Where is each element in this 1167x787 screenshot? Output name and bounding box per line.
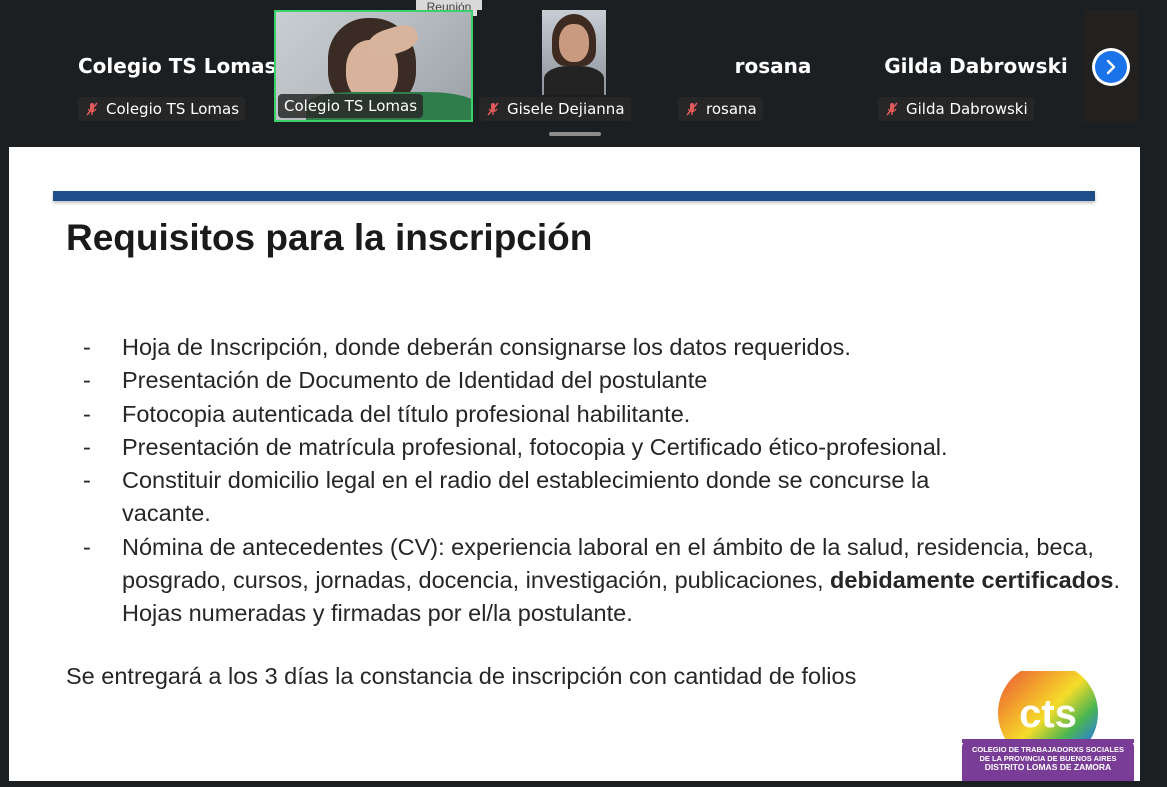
next-button-circle (1095, 51, 1127, 83)
photo-person-face (559, 24, 589, 62)
slide-header-rule (53, 191, 1095, 201)
participant-name: Gilda Dabrowski (906, 100, 1028, 118)
list-item-text: Presentación de matrícula profesional, f… (122, 433, 948, 460)
list-item-text: Hoja de Inscripción, donde deberán consi… (122, 334, 851, 360)
requirements-list: - Hoja de Inscripción, donde deberán cons… (83, 331, 1123, 631)
list-item: - Nómina de antecedentes (CV): experienci… (83, 531, 1123, 631)
list-bullet: - (83, 467, 91, 494)
participant-name-tag: Colegio TS Lomas (278, 94, 424, 118)
strip-resize-handle[interactable] (549, 132, 601, 136)
list-item: - Constituir domicilio legal en el radio … (83, 464, 1022, 531)
next-participants-button[interactable] (1092, 48, 1130, 86)
list-item: - Presentación de Documento de Identidad … (83, 364, 1123, 397)
shared-slide: Requisitos para la inscripción - Hoja de … (9, 147, 1140, 781)
participant-name: Colegio TS Lomas (106, 100, 240, 118)
participant-name-tag: Gisele Dejianna (479, 97, 631, 121)
participant-name: Colegio TS Lomas (284, 97, 418, 115)
list-bullet: - (83, 433, 91, 460)
participant-strip: Colegio TS Lomas Colegio TS Lomas Reunió… (0, 0, 1167, 147)
cts-logo-mark: cts (962, 663, 1134, 763)
mic-off-icon (686, 102, 698, 116)
list-bullet: - (83, 367, 91, 394)
participant-video-colegio-ts-lomas[interactable]: Colegio TS Lomas (274, 10, 473, 122)
list-bullet: - (83, 400, 91, 427)
list-item-bold-text: debidamente certificados (830, 567, 1114, 594)
list-item-text: Constituir domicilio legal en el radio d… (122, 467, 930, 527)
participant-avatar-photo (542, 10, 606, 95)
logo-line-3: DISTRITO LOMAS DE ZAMORA (984, 762, 1112, 772)
mic-off-icon (886, 102, 898, 116)
participant-display-name: rosana (734, 54, 812, 78)
list-item: - Hoja de Inscripción, donde deberán cons… (83, 331, 1123, 364)
participant-tile-rosana[interactable]: rosana rosana (678, 10, 868, 123)
participant-name-tag: Colegio TS Lomas (78, 97, 246, 121)
mic-off-icon (487, 102, 499, 116)
participant-name: Gisele Dejianna (507, 100, 625, 118)
photo-person-body (544, 66, 604, 95)
participant-display-name: Gilda Dabrowski (884, 54, 1068, 78)
cts-logo-badge: COLEGIO DE TRABAJADORXS SOCIALES DE LA P… (962, 741, 1134, 781)
list-item: - Fotocopia autenticada del título profes… (83, 398, 1123, 431)
footer-note: Se entregará a los 3 días la constancia … (66, 663, 857, 689)
list-bullet: - (83, 533, 91, 560)
participant-tile-gilda-dabrowski[interactable]: Gilda Dabrowski Gilda Dabrowski (878, 10, 1074, 123)
participant-name-tag: Gilda Dabrowski (878, 97, 1034, 121)
cts-logo: cts COLEGIO DE TRABAJADORXS SOCIALES DE … (962, 663, 1134, 781)
list-item-text: Presentación de Documento de Identidad d… (122, 367, 708, 394)
participant-name: rosana (706, 100, 757, 118)
participant-name-tag: rosana (678, 97, 763, 121)
slide-title: Requisitos para la inscripción (66, 217, 593, 258)
chevron-right-icon (1106, 59, 1116, 75)
mic-off-icon (86, 102, 98, 116)
logo-line-1: COLEGIO DE TRABAJADORXS SOCIALES (971, 745, 1125, 754)
participant-tile-colegio-ts-lomas[interactable]: Colegio TS Lomas Colegio TS Lomas (78, 10, 277, 123)
list-item-text: Fotocopia autenticada del título profesi… (122, 400, 691, 427)
cts-logo-letters: cts (1019, 692, 1077, 736)
participant-display-name: Colegio TS Lomas (78, 54, 277, 78)
list-bullet: - (83, 334, 91, 360)
list-item: - Presentación de matrícula profesional, … (83, 431, 1123, 464)
